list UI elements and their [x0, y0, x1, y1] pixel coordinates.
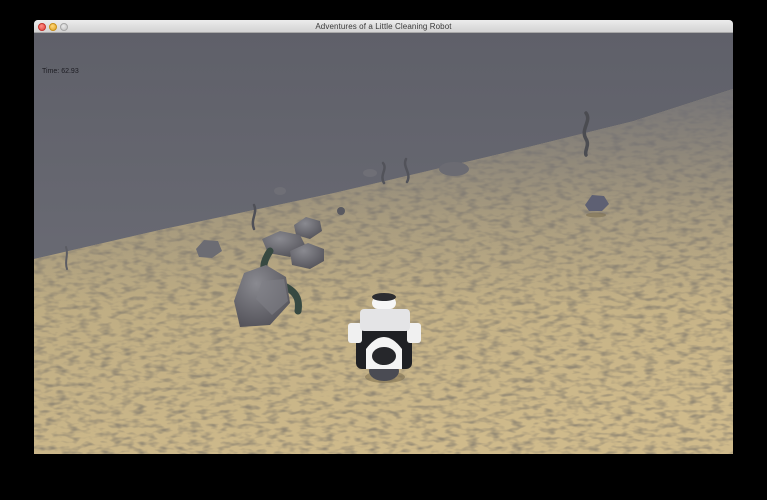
hud-timer: Time: 62.93	[42, 68, 79, 75]
window-title: Adventures of a Little Cleaning Robot	[315, 22, 452, 31]
seaweed-far-left	[65, 246, 68, 270]
rock-distant-3	[274, 187, 286, 195]
timer-value: 62.93	[61, 68, 79, 75]
title-bar[interactable]: Adventures of a Little Cleaning Robot	[34, 20, 733, 33]
rock-distant-2	[363, 169, 377, 177]
game-window: Adventures of a Little Cleaning Robot Ti…	[34, 20, 733, 454]
rock-shadow-right	[586, 212, 606, 218]
timer-label: Time:	[42, 68, 60, 75]
robot-arm-left	[348, 323, 362, 343]
robot-cap-top	[372, 293, 396, 301]
robot-top	[360, 309, 410, 331]
game-scene	[34, 33, 733, 454]
game-viewport[interactable]: Time: 62.93	[34, 33, 733, 454]
rock-small-pebble	[337, 207, 345, 215]
robot-sensor	[372, 347, 396, 365]
rock-distant-1	[439, 162, 469, 176]
